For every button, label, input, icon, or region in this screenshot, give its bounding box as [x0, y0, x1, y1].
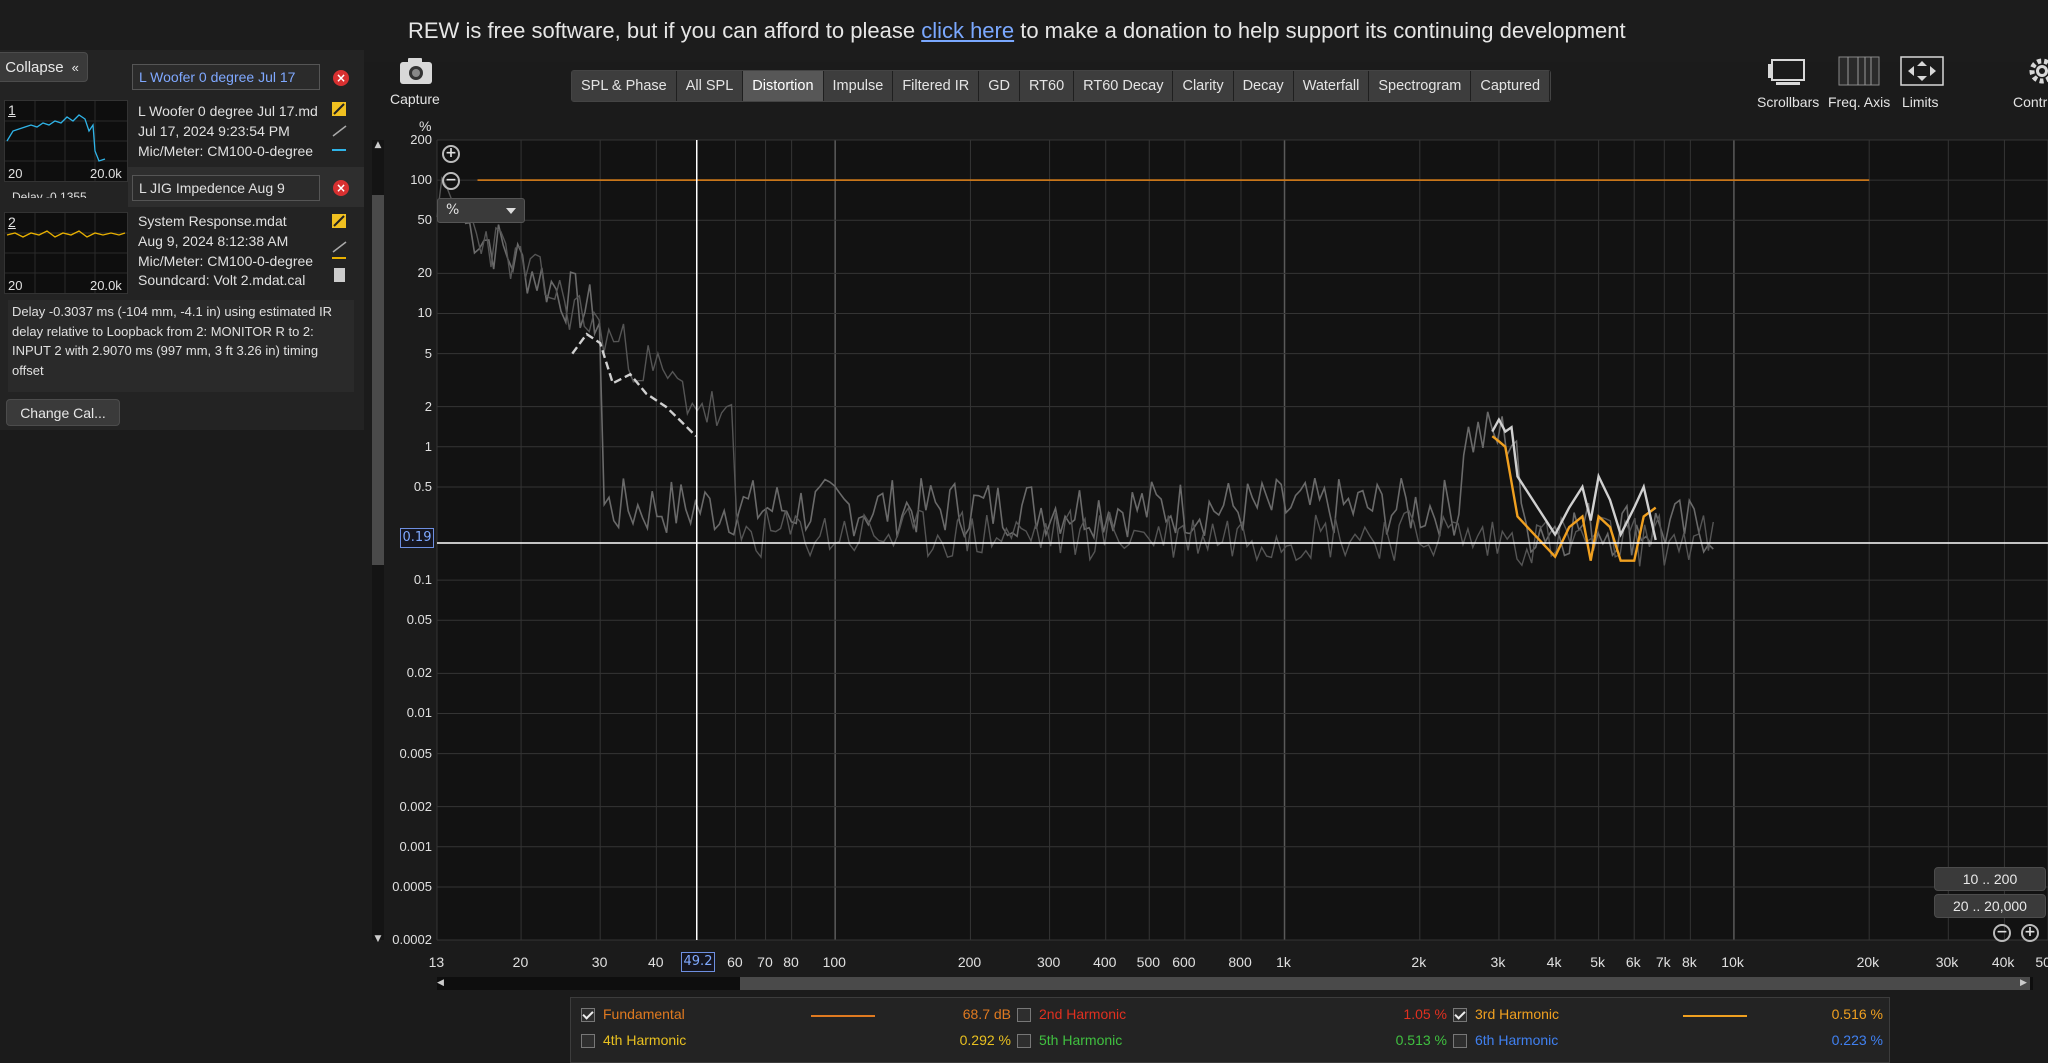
y-tick-label: 0.005 — [399, 745, 432, 761]
y-tick-label: 0.001 — [399, 838, 432, 854]
x-tick-label: 100 — [822, 954, 846, 970]
x-tick-label: 60 — [727, 954, 743, 970]
harmonic-label: 6th Harmonic — [1475, 1032, 1559, 1048]
harmonic-value: 68.7 dB — [962, 1006, 1011, 1022]
y-tick-label: 0.1 — [413, 572, 432, 588]
x-tick-label: 4k — [1546, 954, 1562, 970]
x-tick-label: 20k — [1856, 954, 1880, 970]
y-tick-label: 0.5 — [413, 478, 432, 494]
harmonic-checkbox[interactable] — [1453, 1034, 1467, 1048]
y-tick-label: 0.02 — [406, 665, 432, 681]
x-tick-label: 800 — [1228, 954, 1252, 970]
x-tick-label: 500 — [1136, 954, 1161, 970]
harmonic-label: 4th Harmonic — [603, 1032, 687, 1048]
harmonic-label: Fundamental — [603, 1006, 685, 1022]
y-tick-label: 0.0002 — [392, 932, 432, 947]
range-10-200-button[interactable]: 10 .. 200 — [1934, 867, 2046, 891]
unit-select[interactable]: % — [437, 198, 525, 223]
x-tick-label: 70 — [757, 954, 773, 970]
y-tick-label: 50 — [417, 212, 432, 228]
y-tick-label: 100 — [410, 172, 432, 188]
harmonic-value: 0.516 % — [1831, 1006, 1883, 1022]
x-tick-label: 40k — [1991, 954, 2015, 970]
x-tick-label: 50k — [2035, 954, 2048, 970]
y-tick-label: 10 — [417, 305, 432, 321]
harmonic-checkbox[interactable] — [581, 1008, 595, 1022]
x-tick-label: 6k — [1625, 954, 1641, 970]
y-tick-label: 200 — [410, 132, 432, 147]
harmonic-swatch — [1683, 1015, 1747, 1017]
cursor-y-readout: 0.19 — [400, 528, 434, 548]
x-tick-label: 40 — [647, 954, 664, 970]
plot-area — [437, 140, 2048, 940]
y-tick-label: 0.002 — [399, 798, 432, 814]
y-tick-label: 20 — [417, 265, 432, 281]
y-tick-label: 1 — [424, 438, 432, 454]
x-tick-label: 7k — [1655, 954, 1671, 970]
scroll-right-arrow-icon[interactable]: ▶ — [2020, 977, 2032, 990]
horizontal-scrollbar-thumb[interactable] — [740, 977, 2030, 990]
x-tick-label: 2k — [1411, 954, 1427, 970]
y-tick-label: 0.05 — [406, 612, 432, 628]
zoom-in-icon[interactable]: + — [442, 145, 460, 163]
x-tick-label: 20 — [512, 954, 529, 970]
zoom-out-icon[interactable]: − — [442, 172, 460, 190]
x-tick-label: 8k — [1681, 954, 1697, 970]
x-tick-label: 80 — [783, 954, 799, 970]
zoom-out-icon[interactable]: − — [1993, 924, 2011, 942]
harmonic-value: 0.513 % — [1395, 1032, 1447, 1048]
y-tick-label: 0.01 — [406, 705, 432, 721]
y-unit-label: % — [419, 118, 432, 134]
x-tick-label: 30k — [1935, 954, 1959, 970]
harmonic-checkbox[interactable] — [1017, 1034, 1031, 1048]
chevron-down-icon — [506, 208, 516, 214]
x-tick-label: 300 — [1036, 954, 1061, 970]
harmonic-label: 2nd Harmonic — [1039, 1006, 1127, 1022]
distortion-graph[interactable] — [0, 0, 2048, 1000]
x-tick-label: 10k — [1721, 954, 1744, 970]
y-tick-label: 5 — [424, 345, 432, 361]
y-tick-label: 2 — [424, 398, 432, 414]
harmonic-value: 1.05 % — [1403, 1006, 1447, 1022]
harmonic-checkbox[interactable] — [1017, 1008, 1031, 1022]
unit-select-value: % — [446, 202, 460, 218]
x-tick-label: 600 — [1172, 954, 1196, 970]
x-tick-label: 200 — [957, 954, 982, 970]
harmonic-value: 0.223 % — [1831, 1032, 1883, 1048]
scroll-left-arrow-icon[interactable]: ◀ — [437, 977, 449, 990]
range-20-20000-button[interactable]: 20 .. 20,000 — [1934, 894, 2046, 918]
harmonic-label: 5th Harmonic — [1039, 1032, 1123, 1048]
x-tick-label: 30 — [591, 954, 608, 970]
x-tick-label: 5k — [1590, 954, 1606, 970]
harmonic-value: 0.292 % — [959, 1032, 1011, 1048]
y-tick-label: 0.0005 — [392, 878, 432, 894]
x-tick-label: 3k — [1490, 954, 1506, 970]
harmonic-checkbox[interactable] — [581, 1034, 595, 1048]
x-tick-label: 1k — [1276, 954, 1291, 970]
cursor-x-readout: 49.2 — [681, 952, 715, 972]
harmonic-label: 3rd Harmonic — [1475, 1006, 1560, 1022]
x-tick-label: 400 — [1093, 954, 1117, 970]
harmonics-legend: Fundamental 68.7 dB 2nd Harmonic 1.05 % 3rd … — [570, 997, 1890, 1063]
harmonic-checkbox[interactable] — [1453, 1008, 1467, 1022]
x-tick-label: 13 — [428, 954, 445, 970]
harmonic-swatch — [811, 1015, 875, 1017]
zoom-in-icon[interactable]: + — [2021, 924, 2039, 942]
